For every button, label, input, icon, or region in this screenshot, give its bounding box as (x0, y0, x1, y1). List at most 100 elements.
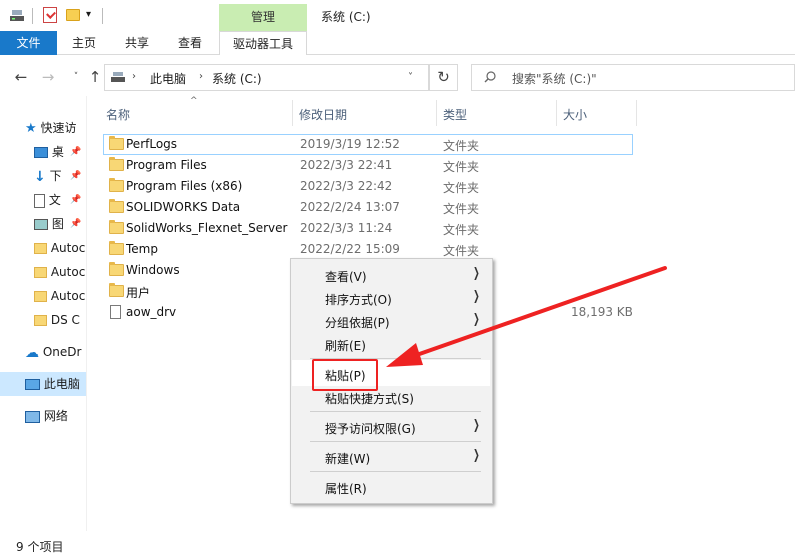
file-name: 用户 (126, 286, 151, 300)
breadcrumb-separator[interactable]: › (199, 71, 203, 82)
file-date: 2019/3/19 12:52 (300, 137, 400, 151)
column-header-date[interactable]: 修改日期 (299, 104, 347, 126)
folder-icon (109, 283, 124, 297)
properties-check-icon[interactable] (43, 7, 57, 23)
file-name: aow_drv (126, 305, 177, 319)
file-size: 18,193 KB (571, 305, 633, 319)
breadcrumb-drive[interactable]: 系统 (C:) (212, 70, 262, 87)
drive-properties-icon[interactable] (9, 7, 25, 23)
network-icon (25, 410, 40, 423)
breadcrumb-this-pc[interactable]: 此电脑 (150, 70, 186, 87)
sidebar-item-label: 此电脑 (43, 377, 80, 391)
submenu-arrow-icon: ❯ (473, 418, 480, 433)
sidebar-item-network[interactable]: 网络 (25, 405, 86, 427)
file-name: Program Files (x86) (126, 179, 243, 193)
file-date: 2022/2/22 15:09 (300, 242, 400, 256)
menu-item-sort-by[interactable]: 排序方式(O) (325, 291, 392, 308)
column-header-type[interactable]: 类型 (443, 104, 467, 126)
sidebar-item-label: Autoc (50, 265, 86, 279)
table-row[interactable]: Program Files (x86) 2022/3/3 22:42 文件夹 (103, 176, 633, 197)
menu-item-refresh[interactable]: 刷新(E) (325, 337, 366, 354)
column-header-name[interactable]: 名称 (106, 104, 130, 126)
up-button[interactable]: ↑ (85, 67, 105, 87)
quick-access-separator (32, 8, 33, 24)
sidebar-item-label: OneDr (42, 345, 82, 359)
back-button[interactable]: ← (11, 67, 31, 87)
table-row[interactable]: Program Files 2022/3/3 22:41 文件夹 (103, 155, 633, 176)
refresh-button[interactable]: ↻ (429, 64, 458, 91)
menu-item-group-by[interactable]: 分组依据(P) (325, 314, 390, 331)
folder-icon (109, 157, 124, 171)
column-header-size[interactable]: 大小 (563, 104, 587, 126)
menu-item-view[interactable]: 查看(V) (325, 268, 367, 285)
submenu-arrow-icon: ❯ (473, 289, 480, 304)
recent-locations-button[interactable]: ˅ (66, 67, 86, 87)
tab-file[interactable]: 文件 (0, 31, 57, 55)
submenu-arrow-icon: ❯ (473, 448, 480, 463)
table-row[interactable]: SolidWorks_Flexnet_Server 2022/3/3 11:24… (103, 218, 633, 239)
column-divider[interactable] (556, 100, 557, 126)
file-name: Temp (126, 242, 158, 256)
column-divider[interactable] (292, 100, 293, 126)
documents-icon (34, 193, 45, 208)
annotation-highlight-box (312, 359, 378, 391)
sidebar-item-downloads[interactable]: ↓ 下 📌 (34, 165, 86, 187)
menu-separator (310, 471, 481, 472)
sidebar-item-pictures[interactable]: 图 📌 (34, 213, 86, 235)
drive-icon (111, 72, 125, 82)
forward-button[interactable]: → (38, 67, 58, 87)
menu-separator (310, 411, 481, 412)
submenu-arrow-icon: ❯ (473, 266, 480, 281)
file-type: 文件夹 (443, 244, 480, 258)
file-type: 文件夹 (443, 160, 480, 174)
nav-pane-divider[interactable] (86, 96, 87, 531)
sidebar-item-onedrive[interactable]: ☁ OneDr (25, 341, 86, 363)
sidebar-item-folder[interactable]: Autoc (34, 285, 86, 307)
tab-home[interactable]: 主页 (59, 31, 109, 55)
menu-item-properties[interactable]: 属性(R) (325, 480, 367, 497)
file-date: 2022/3/3 22:41 (300, 158, 393, 172)
folder-icon (34, 267, 47, 278)
folder-icon (109, 241, 124, 255)
table-row[interactable]: PerfLogs 2019/3/19 12:52 文件夹 (103, 134, 633, 155)
pin-icon: 📌 (70, 219, 82, 229)
menu-separator (310, 441, 481, 442)
column-divider[interactable] (636, 100, 637, 126)
address-history-dropdown[interactable]: ˅ (408, 72, 413, 83)
sidebar-item-folder[interactable]: DS C (34, 309, 86, 331)
menu-item-paste-shortcut[interactable]: 粘贴快捷方式(S) (325, 390, 414, 407)
new-folder-icon[interactable] (66, 9, 80, 21)
file-name: Windows (126, 263, 180, 277)
file-date: 2022/3/3 22:42 (300, 179, 393, 193)
sidebar-item-label: 图 (51, 217, 64, 231)
tab-drive-tools[interactable]: 驱动器工具 (219, 31, 307, 55)
file-name: PerfLogs (126, 137, 178, 151)
file-icon (110, 305, 121, 319)
sidebar-item-this-pc[interactable]: 此电脑 (25, 373, 86, 395)
star-icon: ★ (25, 120, 37, 136)
column-divider[interactable] (436, 100, 437, 126)
table-row[interactable]: Temp 2022/2/22 15:09 文件夹 (103, 239, 633, 260)
file-date: 2022/3/3 11:24 (300, 221, 393, 235)
menu-item-new[interactable]: 新建(W) (325, 450, 370, 467)
sidebar-item-folder[interactable]: Autoc (34, 237, 86, 259)
quick-access-dropdown-icon[interactable]: ▾ (86, 10, 94, 20)
folder-icon (109, 262, 124, 276)
manage-context-tab[interactable]: 管理 (219, 4, 307, 32)
pictures-icon (34, 219, 48, 230)
sidebar-item-desktop[interactable]: 桌 📌 (34, 141, 86, 163)
sidebar-item-quick-access[interactable]: ★ 快速访 (25, 117, 77, 139)
folder-icon (34, 315, 47, 326)
sidebar-item-label: DS C (50, 313, 80, 327)
tab-share[interactable]: 共享 (112, 31, 162, 55)
sidebar-item-label: 文 (48, 193, 61, 207)
sidebar-item-documents[interactable]: 文 📌 (34, 189, 86, 211)
sidebar-item-label: 桌 (51, 145, 64, 159)
table-row[interactable]: SOLIDWORKS Data 2022/2/24 13:07 文件夹 (103, 197, 633, 218)
sidebar-item-folder[interactable]: Autoc (34, 261, 86, 283)
menu-item-give-access[interactable]: 授予访问权限(G) (325, 420, 416, 437)
sidebar-item-label: 快速访 (40, 121, 77, 135)
tab-view[interactable]: 查看 (165, 31, 215, 55)
breadcrumb-separator[interactable]: › (132, 71, 136, 82)
file-type: 文件夹 (443, 139, 480, 153)
